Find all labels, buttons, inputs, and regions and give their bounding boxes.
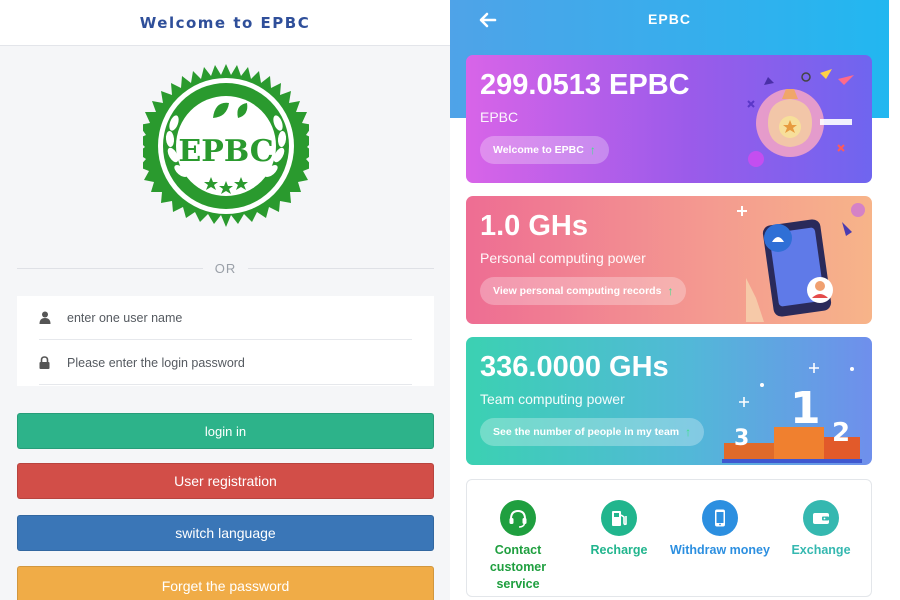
- balance-value: 299.0513 EPBC: [480, 69, 690, 101]
- money-bag-illustration: [747, 69, 854, 167]
- up-arrow-icon: ↑: [685, 425, 692, 439]
- exchange-item[interactable]: Exchange: [771, 500, 871, 559]
- up-arrow-icon: ↑: [589, 143, 596, 157]
- dashboard-title: EPBC: [648, 11, 691, 27]
- svg-text:2: 2: [832, 418, 850, 448]
- svg-text:3: 3: [734, 426, 749, 451]
- login-header: Welcome to EPBC: [0, 0, 450, 46]
- gas-pump-icon: [601, 500, 637, 536]
- svg-text:1: 1: [790, 383, 821, 434]
- podium-illustration: 1 3 2: [722, 363, 862, 463]
- balance-label: EPBC: [480, 109, 519, 125]
- up-arrow-icon: ↑: [667, 284, 674, 298]
- personal-power-value: 1.0 GHs: [480, 210, 588, 242]
- contact-service-item[interactable]: Contact customer service: [468, 500, 568, 593]
- personal-power-label: Personal computing power: [480, 250, 646, 266]
- personal-records-label: View personal computing records: [493, 285, 662, 297]
- recharge-label: Recharge: [590, 543, 648, 557]
- dashboard-page: EPBC 299.0513 EPBC EPBC Welcome to EPBC …: [450, 0, 900, 600]
- phone-illustration: [737, 203, 865, 322]
- phone-icon: [702, 500, 738, 536]
- welcome-epbc-label: Welcome to EPBC: [493, 144, 584, 156]
- contact-service-label: Contact customer service: [489, 543, 547, 591]
- recharge-item[interactable]: Recharge: [569, 500, 669, 559]
- logo-text: EPBC: [178, 134, 273, 169]
- personal-records-button[interactable]: View personal computing records ↑: [480, 277, 687, 305]
- exchange-label: Exchange: [791, 543, 851, 557]
- team-power-card: 336.0000 GHs Team computing power See th…: [466, 337, 872, 465]
- welcome-epbc-button[interactable]: Welcome to EPBC ↑: [480, 136, 609, 164]
- epbc-logo: EPBC: [137, 63, 315, 229]
- user-icon: [39, 311, 67, 324]
- login-button[interactable]: login in: [17, 413, 434, 449]
- lock-icon: [39, 356, 67, 369]
- wallet-icon: [803, 500, 839, 536]
- team-members-button[interactable]: See the number of people in my team ↑: [480, 418, 705, 446]
- password-field: [39, 341, 412, 385]
- login-page: Welcome to EPBC EPBC OR enter one user n…: [0, 0, 450, 600]
- withdraw-item[interactable]: Withdraw money: [670, 500, 770, 559]
- switch-language-button[interactable]: switch language: [17, 515, 434, 551]
- team-power-value: 336.0000 GHs: [480, 351, 669, 383]
- personal-power-card: 1.0 GHs Personal computing power View pe…: [466, 196, 872, 324]
- quick-actions-panel: Contact customer service Recharge Withdr…: [466, 479, 872, 597]
- balance-card: 299.0513 EPBC EPBC Welcome to EPBC ↑: [466, 55, 872, 183]
- withdraw-label: Withdraw money: [670, 543, 770, 557]
- headset-icon: [500, 500, 536, 536]
- register-button[interactable]: User registration: [17, 463, 434, 499]
- page-title: Welcome to EPBC: [139, 13, 311, 32]
- username-field: [39, 296, 412, 340]
- screen: Welcome to EPBC EPBC OR enter one user n…: [0, 0, 900, 600]
- forget-password-button[interactable]: Forget the password: [17, 566, 434, 600]
- team-members-label: See the number of people in my team: [493, 426, 680, 438]
- or-divider: OR: [17, 258, 434, 278]
- username-input[interactable]: [67, 310, 397, 325]
- login-form: [17, 296, 434, 386]
- password-input[interactable]: [67, 355, 397, 370]
- or-label: OR: [214, 260, 237, 276]
- team-power-label: Team computing power: [480, 391, 625, 407]
